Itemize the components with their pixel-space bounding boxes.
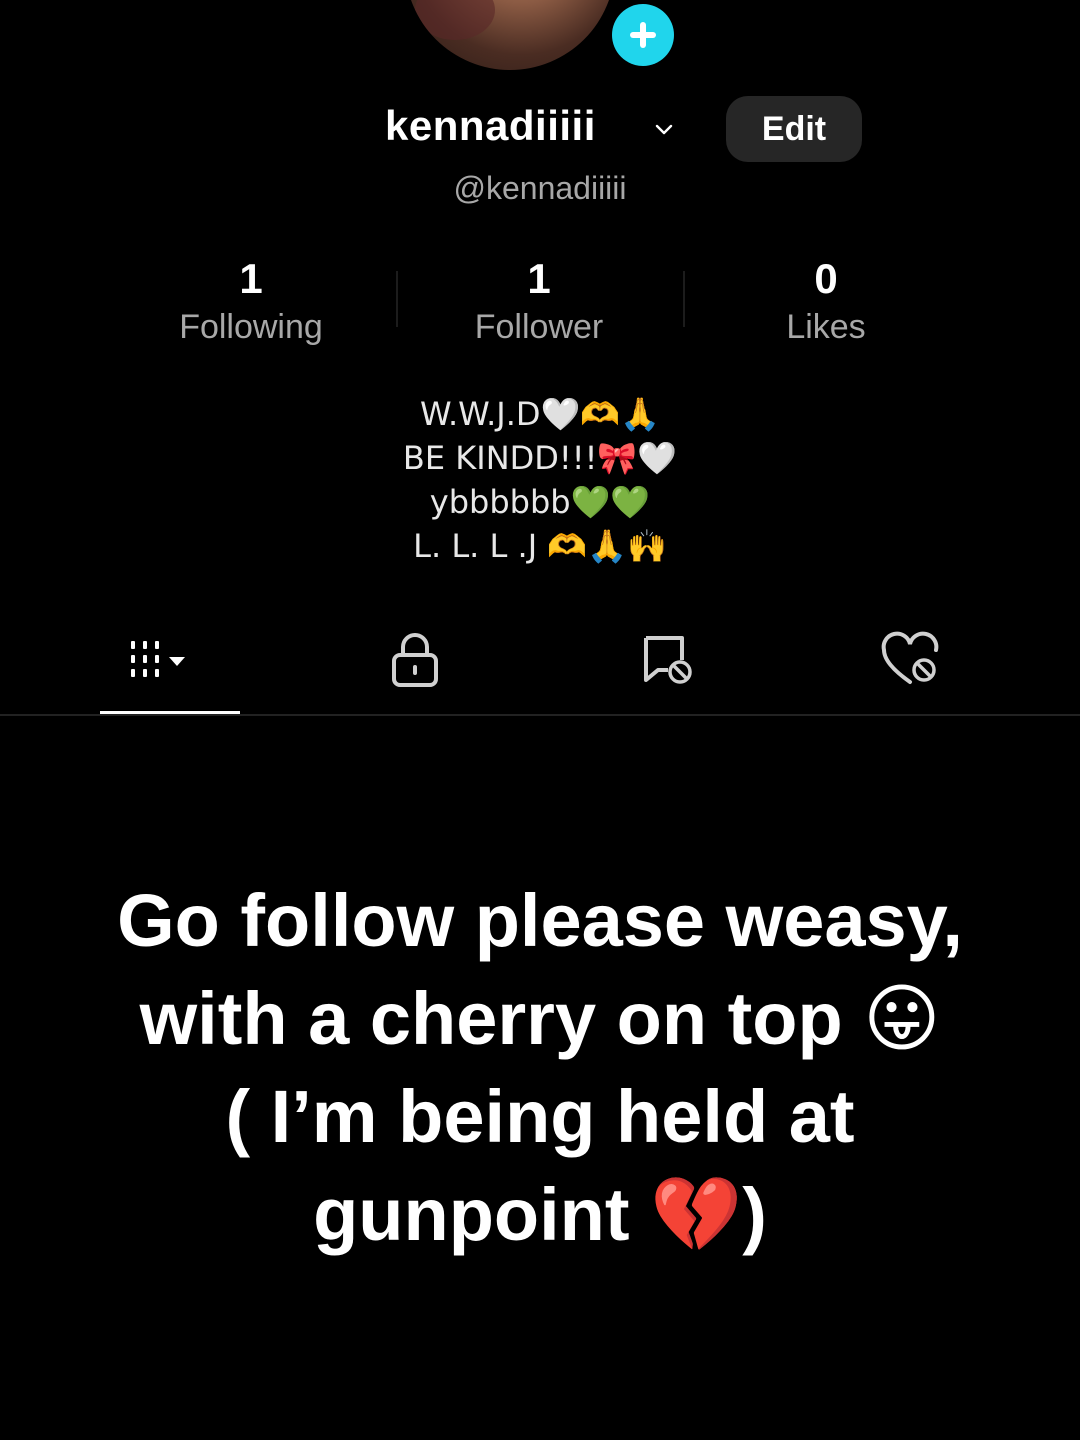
profile-bio: W.W.J.D🤍🫶🙏 BE KINDD!!!🎀🤍 ybbbbbb💚💚 L. L.… [0,392,1080,568]
bio-line: BE KINDD!!!🎀🤍 [402,439,678,477]
following-label: Following [179,308,323,346]
caption-line: ( I’m being held at [225,1075,855,1158]
following-count: 1 [239,255,263,302]
bio-line: W.W.J.D🤍🫶🙏 [419,395,661,433]
bio-line: L. L. L .J 🫶🙏🙌 [413,527,667,565]
username[interactable]: kennadiiiii [385,102,596,150]
add-avatar-button[interactable] [606,0,680,72]
liked-icon [881,631,939,684]
likes-label: Likes [786,308,866,346]
avatar-image-detail [415,0,495,40]
chevron-down-icon[interactable] [652,118,676,142]
edit-profile-button[interactable]: Edit [726,96,862,162]
caption-line: with a cherry on top 😛 [139,977,941,1060]
stat-followers[interactable]: 1 Follower [409,255,669,347]
plus-icon [612,4,674,66]
tab-reposts[interactable] [598,625,738,695]
tab-videos[interactable] [100,625,240,695]
profile-avatar[interactable] [405,0,615,70]
profile-name-row: kennadiiiii Edit [0,96,1080,162]
likes-count: 0 [814,255,838,302]
stat-divider [683,271,685,327]
caption-line: Go follow please weasy, [117,879,963,962]
caption-line: gunpoint 💔) [313,1173,767,1256]
stat-following[interactable]: 1 Following [121,255,381,347]
profile-stats: 1 Following 1 Follower 0 Likes [0,255,1080,355]
stat-likes[interactable]: 0 Likes [696,255,956,347]
tabs-divider [0,714,1080,716]
tab-liked[interactable] [842,625,982,695]
followers-count: 1 [527,255,551,302]
caption-overlay: Go follow please weasy, with a cherry on… [40,872,1040,1264]
bio-line: ybbbbbb💚💚 [429,483,651,521]
repost-icon [644,636,692,684]
profile-tabs [0,625,1080,717]
user-handle: @kennadiiiii [453,170,627,206]
tab-private[interactable] [345,625,485,695]
stat-divider [396,271,398,327]
followers-label: Follower [474,308,604,346]
lock-icon [392,633,438,687]
videos-grid-icon [131,641,185,677]
